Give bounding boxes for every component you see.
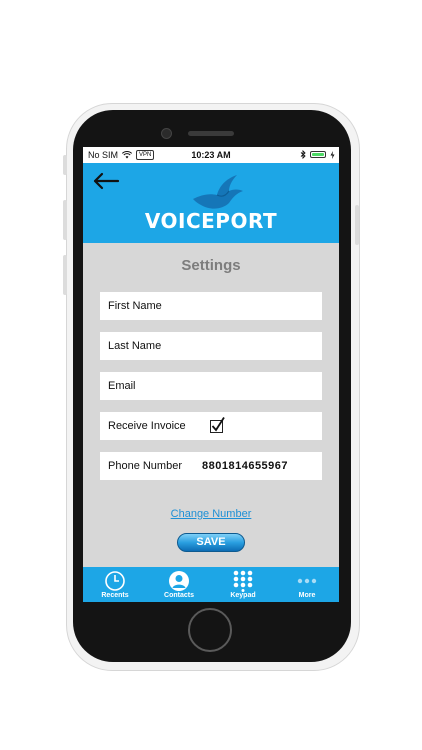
bluetooth-icon — [300, 150, 306, 159]
tab-more[interactable]: More — [275, 567, 339, 602]
tab-recents[interactable]: Recents — [83, 567, 147, 602]
tab-contacts[interactable]: Contacts — [147, 567, 211, 602]
tab-recents-label: Recents — [101, 592, 129, 599]
person-icon — [169, 571, 189, 591]
receive-invoice-row: Receive Invoice — [100, 412, 322, 440]
logo-bird-icon — [193, 175, 243, 209]
battery-icon — [310, 151, 326, 158]
home-button[interactable] — [188, 608, 232, 652]
phone-number-label: Phone Number — [108, 460, 182, 472]
receive-invoice-checkbox[interactable] — [210, 417, 226, 433]
change-number-link[interactable]: Change Number — [83, 508, 339, 520]
power-button — [355, 205, 359, 245]
tab-contacts-label: Contacts — [164, 592, 194, 599]
earpiece-speaker — [188, 131, 234, 136]
charging-icon — [330, 150, 335, 159]
status-bar: No SIM VPN 10:23 AM — [83, 147, 339, 163]
volume-down-button — [63, 255, 67, 295]
tab-more-label: More — [298, 592, 316, 599]
mute-switch — [63, 155, 67, 175]
last-name-label: Last Name — [108, 340, 162, 352]
email-field[interactable]: Email — [100, 372, 322, 400]
last-name-field[interactable]: Last Name — [100, 332, 322, 360]
page-title: Settings — [181, 257, 241, 274]
phone-number-row: Phone Number 8801814655967 — [100, 452, 322, 480]
keypad-icon — [233, 570, 253, 592]
bottom-tab-bar: Recents Contacts Keypad More — [83, 567, 339, 602]
tab-keypad[interactable]: Keypad — [211, 567, 275, 602]
app-screen: No SIM VPN 10:23 AM VOICEPORT Settings F… — [83, 147, 339, 602]
front-camera — [161, 128, 172, 139]
more-dots-icon — [297, 578, 317, 584]
volume-up-button — [63, 200, 67, 240]
app-header: VOICEPORT — [83, 163, 339, 243]
logo-text: VOICEPORT — [144, 209, 278, 233]
first-name-label: First Name — [108, 300, 162, 312]
receive-invoice-label: Receive Invoice — [108, 420, 186, 432]
save-button[interactable]: SAVE — [177, 533, 245, 552]
clock-icon — [105, 571, 125, 591]
tab-keypad-label: Keypad — [230, 592, 256, 599]
back-arrow-icon[interactable] — [91, 171, 121, 191]
email-label: Email — [108, 380, 136, 392]
first-name-field[interactable]: First Name — [100, 292, 322, 320]
phone-number-value: 8801814655967 — [202, 460, 289, 472]
